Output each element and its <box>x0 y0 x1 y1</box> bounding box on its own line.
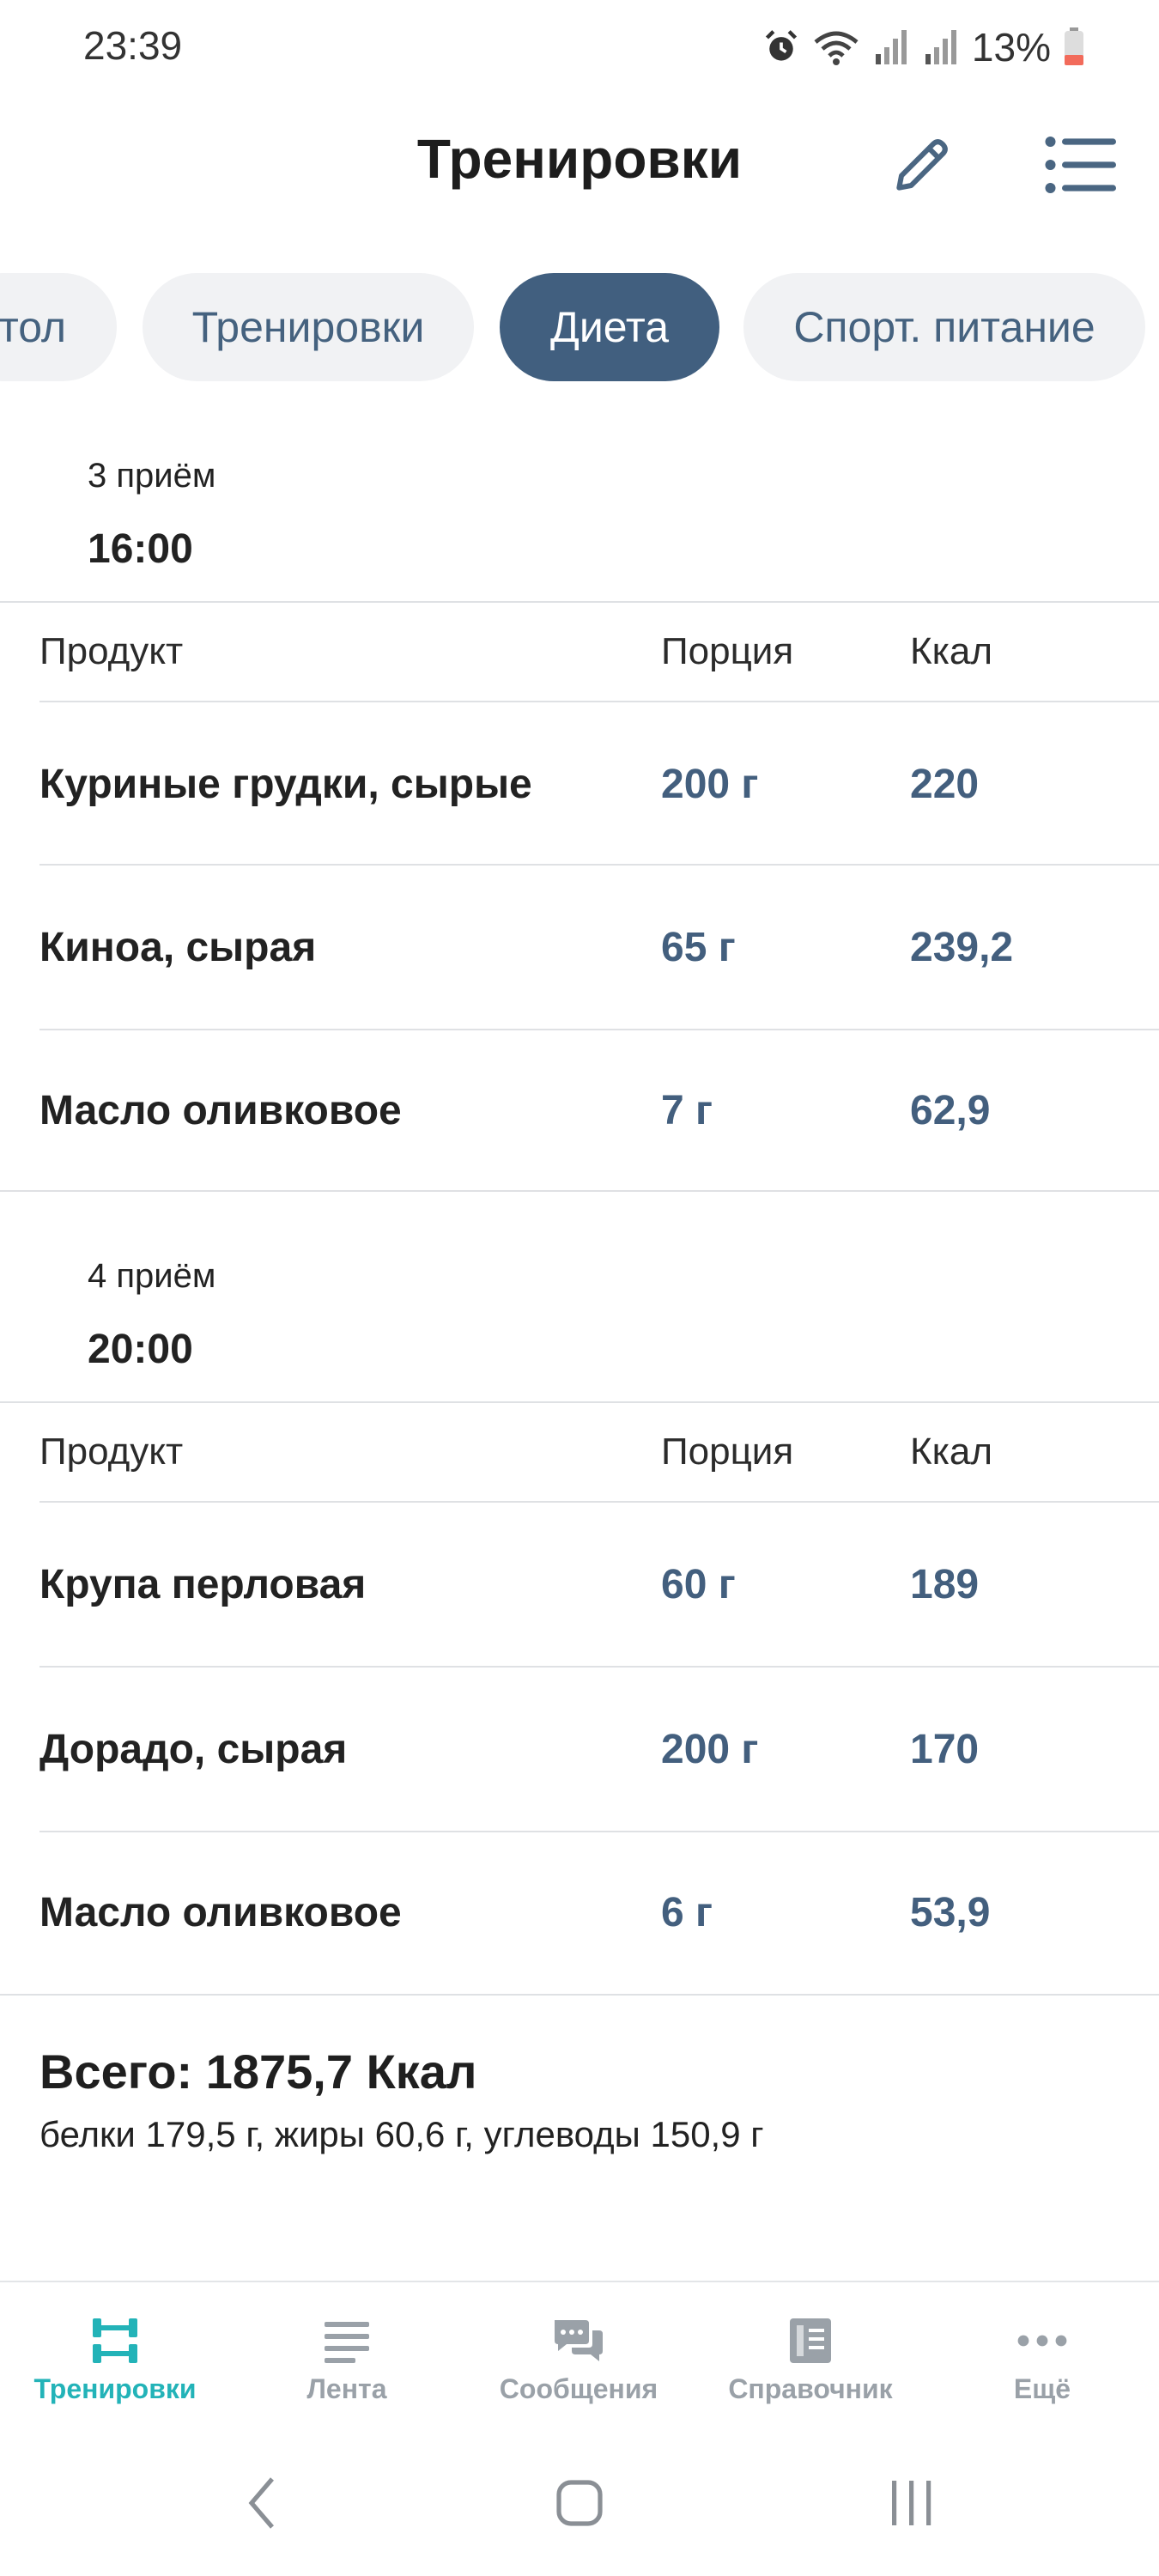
meal-time: 20:00 <box>88 1327 193 1372</box>
kcal-value: 189 <box>910 1562 980 1607</box>
feed-icon <box>325 2322 369 2363</box>
product-name: Дорадо, сырая <box>39 1727 348 1772</box>
column-portion: Порция <box>661 630 794 672</box>
column-product: Продукт <box>39 630 184 672</box>
battery-icon <box>1065 27 1083 65</box>
portion-value: 6 г <box>661 1890 713 1935</box>
kcal-value: 170 <box>910 1727 980 1772</box>
signal-icon <box>875 30 907 64</box>
nav-label: Ещё <box>1013 2373 1071 2404</box>
system-home-button[interactable] <box>524 2456 635 2550</box>
table-row[interactable]: Крупа перловая 60 г 189 <box>0 1503 1159 1666</box>
product-name: Киноа, сырая <box>39 925 317 970</box>
dumbbell-icon <box>93 2318 137 2363</box>
recents-icon <box>892 2481 931 2525</box>
table-row[interactable]: Киноа, сырая 65 г 239,2 <box>0 866 1159 1029</box>
product-name: Куриные грудки, сырые <box>39 762 532 807</box>
nav-label: Справочник <box>728 2373 893 2404</box>
nav-label: Тренировки <box>33 2373 197 2404</box>
tab-workouts[interactable]: Тренировки <box>143 273 474 381</box>
divider <box>0 1994 1159 1996</box>
portion-value: 200 г <box>661 1727 759 1772</box>
table-row[interactable]: Куриные грудки, сырые 200 г 220 <box>0 702 1159 864</box>
list-menu-icon[interactable] <box>1044 134 1116 196</box>
status-time: 23:39 <box>83 23 183 68</box>
signal-icon-2 <box>925 30 956 64</box>
product-name: Крупа перловая <box>39 1562 367 1607</box>
divider <box>0 1190 1159 1192</box>
portion-value: 65 г <box>661 925 736 970</box>
table-row[interactable]: Масло оливковое 6 г 53,9 <box>0 1832 1159 1994</box>
home-square-icon <box>556 2480 603 2526</box>
kcal-value: 220 <box>910 762 980 807</box>
battery-percent: 13% <box>971 25 1051 70</box>
chevron-left-icon <box>248 2477 274 2529</box>
column-kcal: Ккал <box>910 630 992 672</box>
portion-value: 7 г <box>661 1088 713 1133</box>
more-icon <box>1017 2335 1067 2347</box>
kcal-value: 53,9 <box>910 1890 991 1935</box>
meal-number: 4 приём <box>88 1257 216 1295</box>
messages-icon <box>555 2320 603 2361</box>
wifi-icon <box>814 31 859 65</box>
kcal-value: 62,9 <box>910 1088 991 1133</box>
edit-icon[interactable] <box>888 131 956 199</box>
column-portion: Порция <box>661 1431 794 1473</box>
meal-time: 16:00 <box>88 526 193 572</box>
nav-item-workouts[interactable]: Тренировки <box>21 2315 209 2405</box>
meal-number: 3 приём <box>88 457 216 495</box>
portion-value: 60 г <box>661 1562 736 1607</box>
nav-label: Лента <box>306 2373 387 2404</box>
portion-value: 200 г <box>661 762 759 807</box>
nav-item-messages[interactable]: Сообщения <box>484 2315 673 2405</box>
nav-item-feed[interactable]: Лента <box>252 2315 441 2405</box>
status-icons: 13% <box>762 24 1085 70</box>
product-name: Масло оливковое <box>39 1088 402 1133</box>
product-name: Масло оливковое <box>39 1890 402 1935</box>
page-title: Тренировки <box>416 128 743 190</box>
book-icon <box>790 2318 831 2363</box>
column-product: Продукт <box>39 1431 184 1473</box>
tab-diet[interactable]: Диета <box>500 273 719 381</box>
system-back-button[interactable] <box>206 2456 318 2550</box>
system-recents-button[interactable] <box>855 2456 967 2550</box>
nav-label: Сообщения <box>499 2373 658 2404</box>
alarm-icon <box>765 30 797 61</box>
nav-item-more[interactable]: Ещё <box>948 2315 1137 2405</box>
column-kcal: Ккал <box>910 1431 992 1473</box>
table-row[interactable]: Масло оливковое 7 г 62,9 <box>0 1030 1159 1190</box>
nav-item-reference[interactable]: Справочник <box>716 2315 905 2405</box>
tab-sport-nutrition[interactable]: Спорт. питание <box>743 273 1145 381</box>
table-row[interactable]: Дорадо, сырая 200 г 170 <box>0 1668 1159 1831</box>
kcal-value: 239,2 <box>910 925 1014 970</box>
total-kcal: Всего: 1875,7 Ккал <box>39 2044 477 2099</box>
tab-partial[interactable]: тол <box>0 273 117 381</box>
divider <box>0 601 1159 603</box>
macros-summary: белки 179,5 г, жиры 60,6 г, углеводы 150… <box>39 2114 764 2154</box>
divider <box>0 1401 1159 1403</box>
